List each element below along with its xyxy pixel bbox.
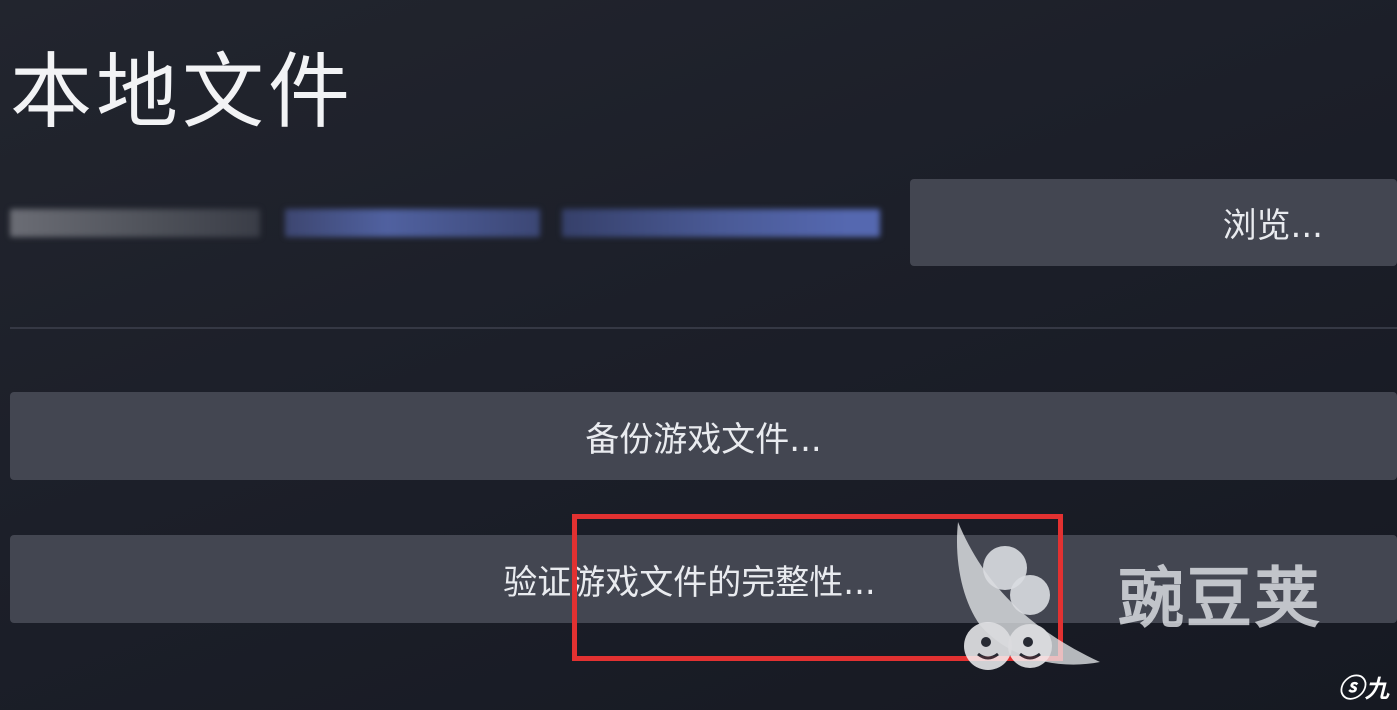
path-segment: [562, 209, 880, 237]
pea-pod-logo-icon: [956, 522, 1100, 670]
path-segment: [10, 209, 260, 237]
corner-brand-logo: ⓢ九游: [1338, 672, 1396, 710]
backup-game-files-button[interactable]: 备份游戏文件...: [10, 392, 1397, 480]
page-title: 本地文件: [10, 45, 355, 140]
nine-logo-icon: ⓢ: [1338, 674, 1365, 704]
path-segment: [285, 209, 540, 237]
install-path-blurred: [10, 203, 882, 245]
browse-button[interactable]: 浏览...: [910, 179, 1397, 266]
divider: [10, 327, 1397, 329]
watermark-brand-text: 豌豆荚: [1118, 560, 1322, 637]
